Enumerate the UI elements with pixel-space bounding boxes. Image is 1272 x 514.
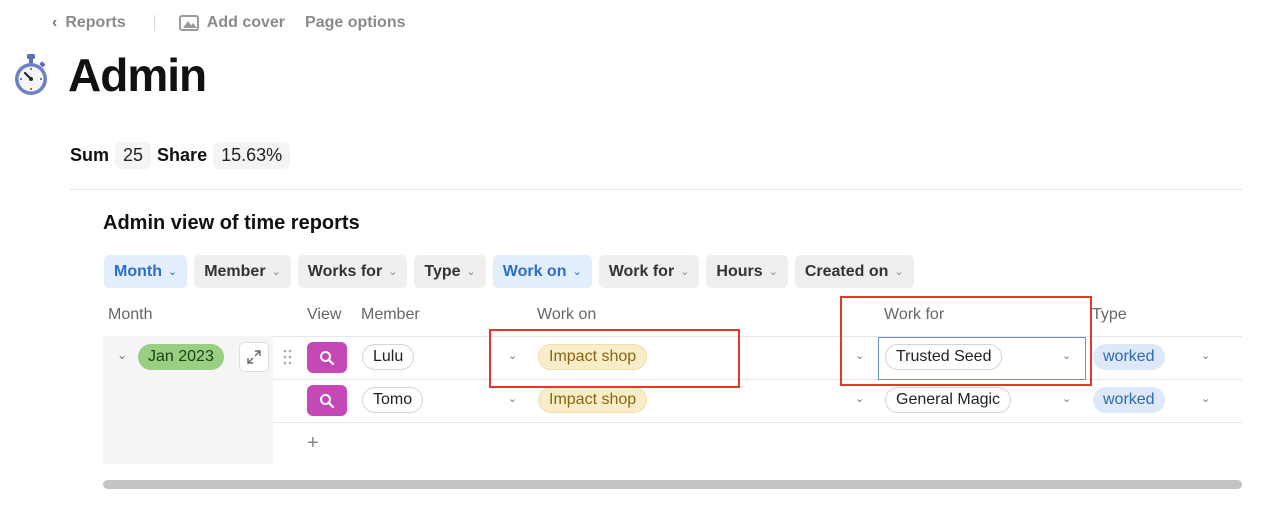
back-to-reports-link[interactable]: ‹ Reports	[52, 14, 126, 32]
table-title[interactable]: Admin view of time reports	[103, 212, 360, 235]
chevron-down-icon[interactable]: ⌄	[1062, 392, 1071, 405]
view-record-button[interactable]	[307, 385, 347, 416]
expand-icon[interactable]	[239, 342, 269, 372]
page-title: Admin	[68, 49, 207, 101]
filter-label: Created on	[804, 262, 889, 280]
row-divider	[273, 422, 1242, 423]
chevron-down-icon[interactable]: ⌄	[1201, 392, 1210, 405]
member-pill[interactable]: Lulu	[362, 344, 415, 370]
summary-stats: Sum 25 Share 15.63%	[70, 142, 296, 169]
sum-label: Sum	[70, 145, 110, 165]
horizontal-scrollbar[interactable]	[103, 480, 1242, 489]
column-header-member[interactable]: Member	[361, 306, 420, 324]
top-bar: ‹ Reports Add cover Page options	[52, 12, 405, 34]
chevron-down-icon: ⌄	[167, 266, 178, 278]
work-for-pill[interactable]: General Magic	[885, 387, 1012, 413]
filter-work-on[interactable]: Work on ⌄	[492, 255, 592, 288]
filter-label: Work for	[608, 262, 675, 280]
filter-member[interactable]: Member ⌄	[194, 255, 291, 288]
chevron-down-icon: ⌄	[466, 266, 476, 278]
chevron-down-icon: ⌄	[768, 266, 778, 278]
type-pill[interactable]: worked	[1093, 387, 1165, 413]
month-group-pill[interactable]: Jan 2023	[138, 344, 224, 370]
member-pill[interactable]: Tomo	[362, 387, 424, 413]
filter-label: Works for	[307, 262, 383, 280]
type-pill[interactable]: worked	[1093, 344, 1165, 370]
search-icon	[320, 350, 335, 365]
filter-type[interactable]: Type ⌄	[414, 255, 486, 288]
page-header: Admin	[12, 48, 207, 102]
highlight-box-work-on	[489, 329, 740, 388]
chevron-down-icon: ⌄	[388, 266, 398, 278]
chevron-down-icon[interactable]: ⌄	[1201, 349, 1210, 362]
share-label: Share	[157, 145, 208, 165]
filter-label: Type	[424, 262, 461, 280]
column-header-month[interactable]: Month	[108, 306, 152, 324]
filter-label: Work on	[502, 262, 567, 280]
add-row-button[interactable]: +	[307, 432, 319, 455]
search-icon	[320, 393, 335, 408]
chevron-down-icon: ⌄	[680, 266, 690, 278]
filter-month[interactable]: Month ⌄	[104, 255, 188, 288]
filter-works-for[interactable]: Works for ⌄	[297, 255, 408, 288]
back-label: Reports	[65, 14, 126, 31]
chevron-down-icon: ⌄	[271, 266, 281, 278]
chevron-down-icon[interactable]: ⌄	[117, 348, 127, 362]
filter-bar: Month ⌄ Member ⌄ Works for ⌄ Type ⌄ Work on ⌄…	[104, 255, 914, 288]
row-divider	[273, 379, 1242, 380]
share-value[interactable]: 15.63%	[213, 142, 291, 169]
filter-created-on[interactable]: Created on ⌄	[794, 255, 914, 288]
column-header-work-on[interactable]: Work on	[537, 306, 596, 324]
page-options-button[interactable]: Page options	[305, 14, 405, 32]
image-icon	[178, 15, 199, 31]
filter-label: Hours	[716, 262, 763, 280]
divider	[153, 15, 155, 31]
drag-handle-icon[interactable]	[283, 348, 293, 368]
add-cover-button[interactable]: Add cover	[178, 14, 286, 32]
work-on-pill[interactable]: Impact shop	[538, 387, 648, 413]
add-cover-label: Add cover	[206, 14, 286, 31]
sum-value[interactable]: 25	[115, 142, 152, 169]
column-header-type[interactable]: Type	[1092, 306, 1127, 324]
chevron-down-icon[interactable]: ⌄	[855, 392, 864, 405]
filter-work-for[interactable]: Work for ⌄	[598, 255, 700, 288]
view-record-button[interactable]	[307, 342, 347, 373]
highlight-box-work-for	[840, 296, 1092, 386]
chevron-down-icon: ⌄	[572, 266, 582, 278]
filter-label: Member	[204, 262, 266, 280]
chevron-left-icon: ‹	[52, 14, 58, 31]
chevron-down-icon: ⌄	[894, 266, 904, 278]
filter-label: Month	[114, 262, 162, 280]
chevron-down-icon[interactable]: ⌄	[508, 392, 517, 405]
stopwatch-icon[interactable]	[12, 53, 50, 97]
column-header-view[interactable]: View	[307, 306, 341, 324]
month-group-cell: ⌄ Jan 2023	[103, 336, 273, 464]
filter-hours[interactable]: Hours ⌄	[706, 255, 788, 288]
divider	[70, 189, 1242, 190]
